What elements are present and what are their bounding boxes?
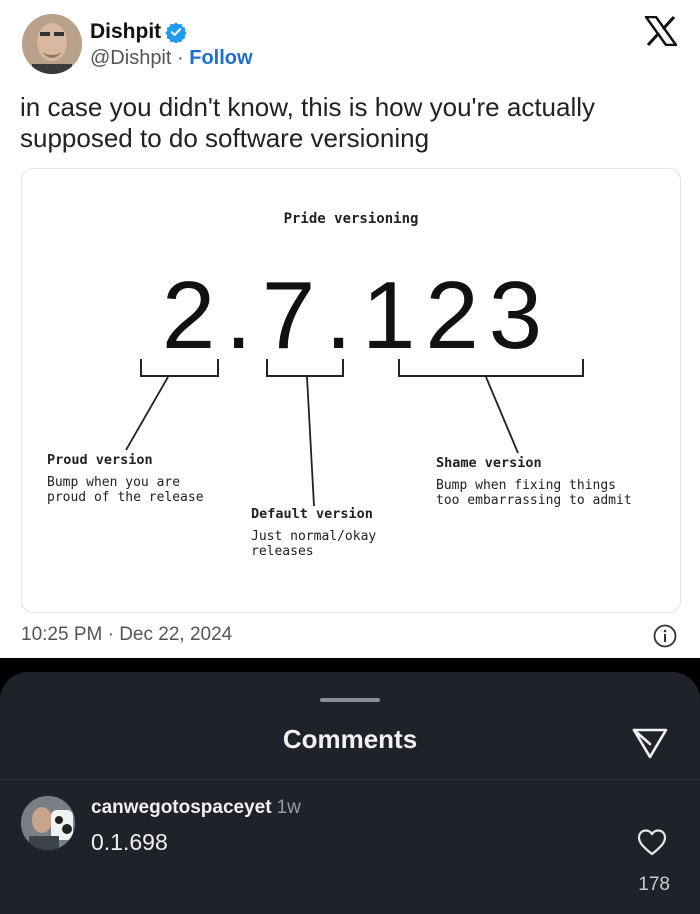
comments-sheet: Comments canwegotospaceyet 1w 0.1.698 178	[0, 672, 700, 914]
author-name[interactable]: Dishpit	[90, 20, 161, 44]
send-icon[interactable]	[630, 722, 670, 762]
author-name-row: Dishpit	[90, 20, 187, 44]
meta-separator: ·	[177, 47, 184, 69]
x-logo-icon[interactable]	[644, 16, 678, 46]
comment-text: 0.1.698	[91, 829, 168, 855]
tweet-card: Dishpit @Dishpit · Follow in case you di…	[0, 0, 700, 658]
diagram-title: Pride versioning	[283, 211, 419, 227]
sheet-drag-handle[interactable]	[320, 698, 380, 702]
version-number: 2.7.123	[161, 262, 553, 369]
sheet-divider	[0, 779, 700, 780]
proud-version-desc-2: proud of the release	[47, 490, 204, 505]
author-avatar[interactable]	[22, 14, 82, 74]
diagram-brackets	[125, 359, 584, 507]
comment-author-row: canwegotospaceyet 1w	[91, 797, 301, 819]
comments-title: Comments	[282, 724, 418, 754]
proud-version-desc-1: Bump when you are	[47, 475, 181, 490]
tweet-timestamp[interactable]: 10:25 PM · Dec 22, 2024	[21, 624, 232, 646]
heart-icon[interactable]	[637, 828, 667, 856]
default-version-title: Default version	[251, 506, 373, 522]
author-handle[interactable]: @Dishpit	[90, 47, 171, 69]
shame-version-title: Shame version	[436, 455, 542, 471]
proud-version-title: Proud version	[47, 452, 153, 468]
comment-time: 1w	[276, 797, 301, 818]
comment-username[interactable]: canwegotospaceyet	[91, 797, 272, 818]
verified-badge-icon	[165, 22, 187, 43]
commenter-avatar[interactable]	[21, 796, 75, 850]
shame-version-desc-2: too embarrassing to admit	[436, 493, 632, 508]
default-version-desc-1: Just normal/okay	[251, 529, 377, 544]
info-icon[interactable]	[653, 624, 677, 648]
author-meta: @Dishpit · Follow	[90, 47, 253, 70]
default-version-desc-2: releases	[251, 544, 314, 559]
like-count: 178	[638, 874, 670, 895]
tweet-text: in case you didn't know, this is how you…	[20, 92, 596, 153]
follow-button[interactable]: Follow	[189, 47, 252, 69]
shame-version-desc-1: Bump when fixing things	[436, 478, 617, 493]
tweet-image-diagram[interactable]: Pride versioning 2.7.123 Proud version B…	[21, 168, 681, 613]
